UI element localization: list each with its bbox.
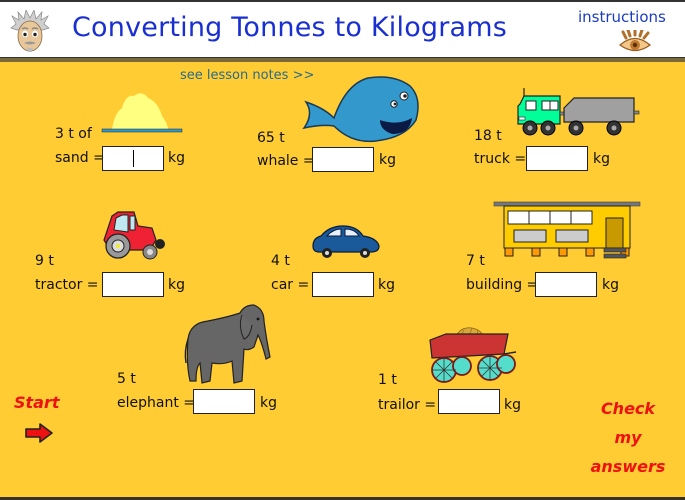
- building-amount: 7 t: [466, 253, 485, 269]
- building-unit: kg: [602, 277, 619, 293]
- sand-pile-icon: [101, 93, 183, 133]
- header-bar: Converting Tonnes to Kilograms instructi…: [0, 0, 685, 58]
- red-arrow-right-icon[interactable]: [24, 422, 54, 444]
- whale-unit: kg: [379, 152, 396, 168]
- truck-label: truck =: [474, 151, 527, 167]
- check-answers-button[interactable]: Check my answers: [585, 394, 671, 481]
- elephant-amount: 5 t: [117, 371, 136, 387]
- start-button[interactable]: Start: [14, 393, 60, 412]
- building-icon: [493, 201, 641, 259]
- sand-label: sand =: [55, 150, 105, 166]
- elephant-label: elephant =: [117, 395, 195, 411]
- sand-unit: kg: [168, 150, 185, 166]
- truck-icon: [517, 88, 640, 136]
- whale-icon: [302, 76, 419, 143]
- sand-answer-input[interactable]: [102, 146, 164, 171]
- elephant-unit: kg: [260, 395, 277, 411]
- whale-amount: 65 t: [257, 130, 285, 146]
- tractor-answer-input[interactable]: [102, 272, 164, 297]
- truck-amount: 18 t: [474, 128, 502, 144]
- instructions-link[interactable]: instructions: [578, 8, 666, 26]
- trailor-answer-input[interactable]: [438, 389, 500, 414]
- trailor-amount: 1 t: [378, 372, 397, 388]
- truck-answer-input[interactable]: [526, 146, 588, 171]
- building-label: building =: [466, 277, 539, 293]
- einstein-mascot-icon: [10, 10, 50, 52]
- whale-label: whale =: [257, 153, 315, 169]
- trailor-label: trailor =: [378, 397, 437, 413]
- tractor-icon: [103, 211, 165, 260]
- elephant-icon: [184, 304, 271, 384]
- building-answer-input[interactable]: [535, 272, 597, 297]
- car-answer-input[interactable]: [312, 272, 374, 297]
- tractor-amount: 9 t: [35, 253, 54, 269]
- elephant-answer-input[interactable]: [193, 389, 255, 414]
- whale-answer-input[interactable]: [312, 147, 374, 172]
- tractor-label: tractor =: [35, 277, 99, 293]
- eye-icon[interactable]: [618, 30, 652, 54]
- sand-amount: 3 t of: [55, 126, 92, 142]
- truck-unit: kg: [593, 151, 610, 167]
- car-label: car =: [271, 277, 310, 293]
- car-icon: [312, 225, 380, 258]
- hay-trailer-icon: [429, 327, 517, 383]
- trailor-unit: kg: [504, 397, 521, 413]
- car-amount: 4 t: [271, 253, 290, 269]
- car-unit: kg: [378, 277, 395, 293]
- page-title: Converting Tonnes to Kilograms: [72, 12, 508, 43]
- tractor-unit: kg: [168, 277, 185, 293]
